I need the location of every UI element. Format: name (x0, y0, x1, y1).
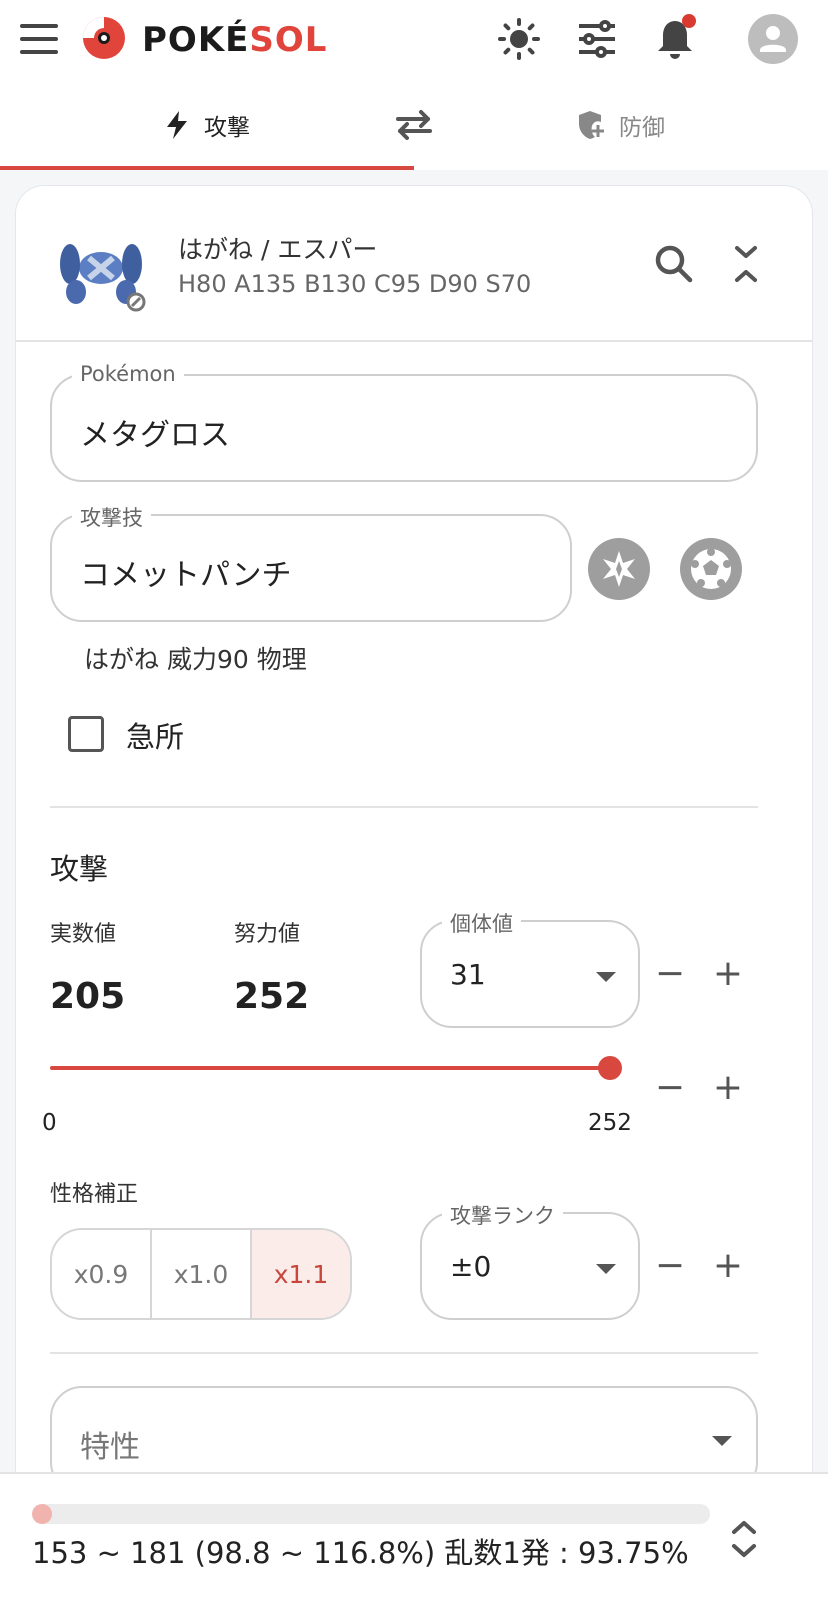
nature-option-0-9[interactable]: x0.9 (52, 1230, 152, 1318)
iv-increment-button[interactable]: + (708, 954, 748, 994)
shield-add-icon (579, 111, 604, 139)
critical-hit-checkbox[interactable] (68, 716, 104, 752)
pokemon-field[interactable]: Pokémon メタグロス (50, 362, 758, 482)
rank-increment-button[interactable]: + (708, 1246, 748, 1286)
rank-decrement-button[interactable]: − (650, 1246, 690, 1286)
logo-text: POKÉSOL (142, 20, 328, 60)
active-tab-indicator (0, 166, 414, 170)
iv-decrement-button[interactable]: − (650, 954, 690, 994)
move-category-icon[interactable] (588, 538, 650, 600)
ev-slider-max: 252 (588, 1110, 632, 1136)
app-bar: POKÉSOL (0, 0, 828, 80)
tab-attack[interactable]: 攻撃 (0, 80, 414, 170)
move-divider (50, 806, 758, 808)
ability-placeholder: 特性 (80, 1430, 140, 1465)
pokemon-field-label: Pokémon (72, 362, 184, 386)
pokemon-name: メタグロス (80, 418, 230, 453)
attack-divider (50, 1352, 758, 1354)
move-target-icon[interactable] (680, 538, 742, 600)
bolt-icon (167, 111, 187, 139)
ev-label: 努力値 (234, 922, 301, 947)
chevron-down-icon (596, 972, 616, 982)
critical-hit-label: 急所 (126, 720, 185, 754)
tab-attack-label: 攻撃 (204, 115, 250, 141)
damage-progress-fill (32, 1504, 53, 1524)
notification-dot (682, 14, 696, 28)
nature-toggle-group: x0.9 x1.0 x1.1 (50, 1228, 352, 1320)
collapse-icon[interactable] (724, 242, 768, 286)
logo-icon (83, 17, 125, 59)
damage-progress-bar (32, 1504, 710, 1524)
nature-label: 性格補正 (50, 1182, 139, 1207)
ev-slider-track[interactable] (50, 1066, 610, 1070)
attack-rank-select[interactable]: 攻撃ランク ±0 (420, 1200, 640, 1320)
hamburger-menu-icon[interactable] (20, 24, 58, 54)
header-divider (16, 340, 812, 342)
chevron-down-icon (712, 1436, 732, 1446)
chevron-down-icon (596, 1264, 616, 1274)
iv-select[interactable]: 個体値 31 (420, 908, 640, 1028)
sliders-icon[interactable] (572, 14, 622, 64)
ev-value: 252 (234, 976, 310, 1017)
pokemon-types: はがね / エスパー (178, 235, 378, 264)
damage-result-bar: 153 ~ 181 (98.8 ~ 116.8%) 乱数1発 : 93.75% (0, 1472, 828, 1608)
ev-slider-min: 0 (42, 1110, 57, 1136)
tab-defense-label: 防御 (619, 115, 665, 141)
actual-value: 205 (50, 976, 126, 1017)
iv-select-label: 個体値 (442, 908, 521, 938)
ev-slider-thumb[interactable] (598, 1056, 622, 1080)
mode-tabs: 攻撃 防御 (0, 80, 828, 170)
pokemon-base-stats: H80 A135 B130 C95 D90 S70 (178, 270, 532, 298)
move-field-label: 攻撃技 (72, 502, 151, 532)
bell-icon[interactable] (650, 14, 700, 64)
sun-icon[interactable] (494, 14, 544, 64)
tab-defense[interactable]: 防御 (414, 80, 828, 170)
attacker-card: はがね / エスパー H80 A135 B130 C95 D90 S70 Pok… (16, 186, 812, 1608)
nature-option-1-0[interactable]: x1.0 (152, 1230, 252, 1318)
search-icon[interactable] (652, 242, 696, 286)
ev-increment-button[interactable]: + (708, 1068, 748, 1108)
move-name: コメットパンチ (80, 558, 292, 593)
attack-rank-value: ±0 (450, 1250, 492, 1283)
move-field[interactable]: 攻撃技 コメットパンチ (50, 502, 572, 622)
actual-value-label: 実数値 (50, 922, 117, 947)
expand-icon[interactable] (724, 1514, 764, 1564)
move-info: はがね 威力90 物理 (84, 645, 307, 674)
nature-option-1-1[interactable]: x1.1 (252, 1230, 350, 1318)
account-avatar[interactable] (748, 14, 798, 64)
ev-decrement-button[interactable]: − (650, 1068, 690, 1108)
pokemon-sprite (60, 244, 146, 312)
attack-rank-label: 攻撃ランク (442, 1200, 563, 1230)
attack-section-title: 攻撃 (50, 852, 109, 886)
iv-value: 31 (450, 958, 486, 991)
damage-result-text: 153 ~ 181 (98.8 ~ 116.8%) 乱数1発 : 93.75% (32, 1536, 689, 1570)
